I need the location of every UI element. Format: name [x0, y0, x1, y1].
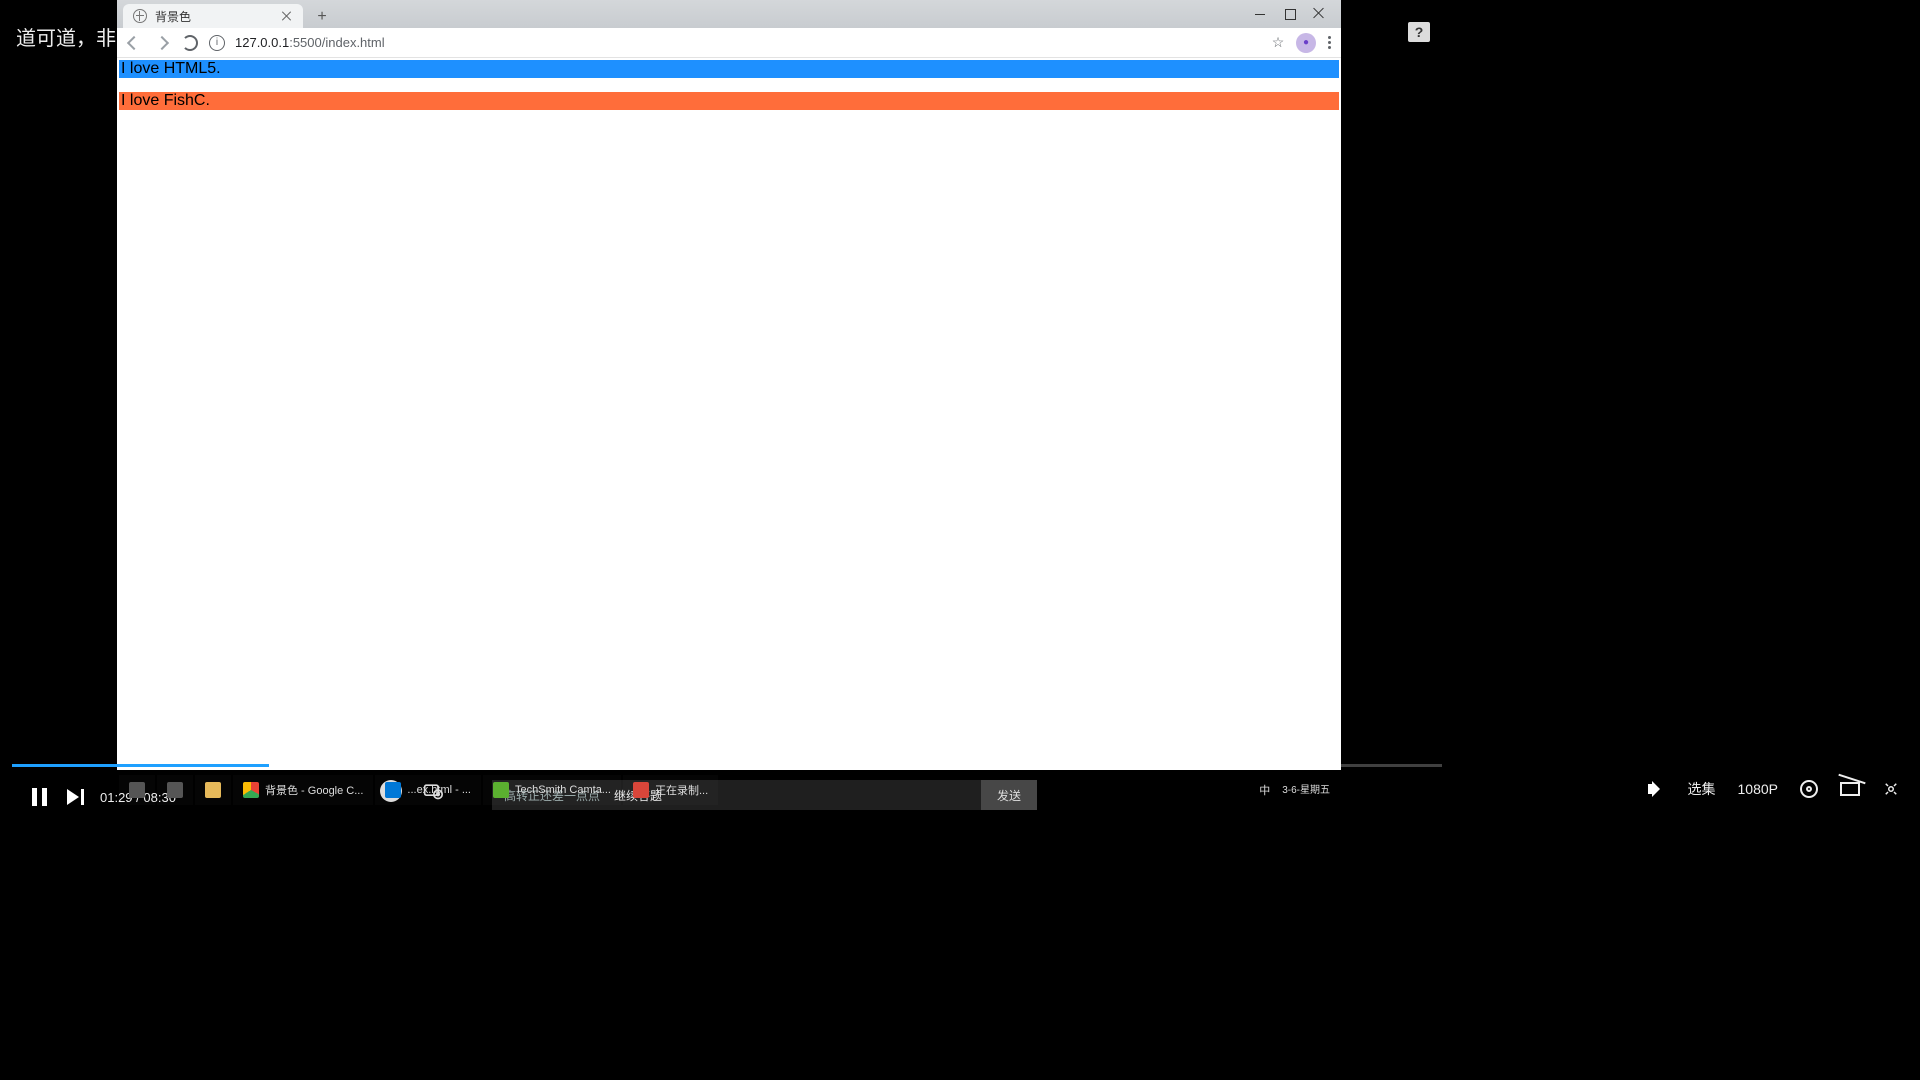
theater-mode-icon[interactable]	[1882, 780, 1900, 798]
page-viewport: I love HTML5. I love FishC.	[117, 58, 1341, 770]
tab-strip: 背景色 +	[117, 0, 1341, 28]
tab-close-icon[interactable]	[281, 10, 293, 22]
back-button[interactable]	[125, 34, 143, 52]
danmaku-hint-a: 高转正还差一点点	[504, 787, 600, 804]
danmaku-toggle-icon[interactable]: 弹	[380, 780, 402, 802]
danmaku-input[interactable]: 高转正还差一点点 继续答题 发送	[492, 780, 1037, 810]
profile-avatar[interactable]: ●	[1296, 33, 1316, 53]
new-tab-button[interactable]: +	[311, 6, 333, 28]
address-bar[interactable]: 127.0.0.1:5500/index.html	[235, 35, 1260, 50]
video-progress-filled	[12, 764, 269, 767]
pause-button[interactable]	[22, 780, 56, 814]
bookmark-star-icon[interactable]: ☆	[1270, 35, 1286, 51]
time-display: 01:29 / 08:30	[100, 790, 176, 805]
address-bar-row: i 127.0.0.1:5500/index.html ☆ ●	[117, 28, 1341, 58]
settings-icon[interactable]	[1800, 780, 1818, 798]
window-minimize-icon[interactable]	[1253, 7, 1267, 21]
pause-icon	[32, 788, 47, 806]
chrome-menu-icon[interactable]	[1326, 34, 1333, 51]
time-current: 01:29	[100, 790, 133, 805]
video-progress-track[interactable]	[12, 764, 1442, 767]
forward-button[interactable]	[153, 34, 171, 52]
browser-window: 背景色 + i 127.0.0.1:5500/index.html ☆ ● I …	[117, 0, 1341, 770]
url-path: :5500/index.html	[289, 35, 384, 50]
site-info-icon[interactable]: i	[209, 35, 225, 51]
time-total: 08:30	[143, 790, 176, 805]
tab-active[interactable]: 背景色	[123, 4, 303, 28]
tab-title: 背景色	[155, 8, 273, 25]
paragraph-html5: I love HTML5.	[119, 60, 1339, 78]
paragraph-fishc: I love FishC.	[119, 92, 1339, 110]
next-button[interactable]	[56, 780, 90, 814]
danmaku-settings-icon[interactable]	[422, 781, 444, 801]
time-sep: /	[133, 790, 144, 805]
reload-button[interactable]	[181, 34, 199, 52]
danmaku-hint-b[interactable]: 继续答题	[614, 787, 662, 804]
window-close-icon[interactable]	[1313, 7, 1327, 21]
quality-button[interactable]: 1080P	[1738, 781, 1778, 797]
next-icon	[67, 789, 79, 805]
episodes-button[interactable]: 选集	[1688, 779, 1716, 799]
pip-disabled-icon[interactable]	[1840, 782, 1860, 796]
window-maximize-icon[interactable]	[1283, 7, 1297, 21]
globe-icon	[133, 9, 147, 23]
danmaku-send-button[interactable]: 发送	[981, 780, 1037, 810]
help-button[interactable]: ?	[1408, 22, 1430, 42]
url-host: 127.0.0.1	[235, 35, 289, 50]
volume-icon[interactable]	[1648, 780, 1666, 798]
